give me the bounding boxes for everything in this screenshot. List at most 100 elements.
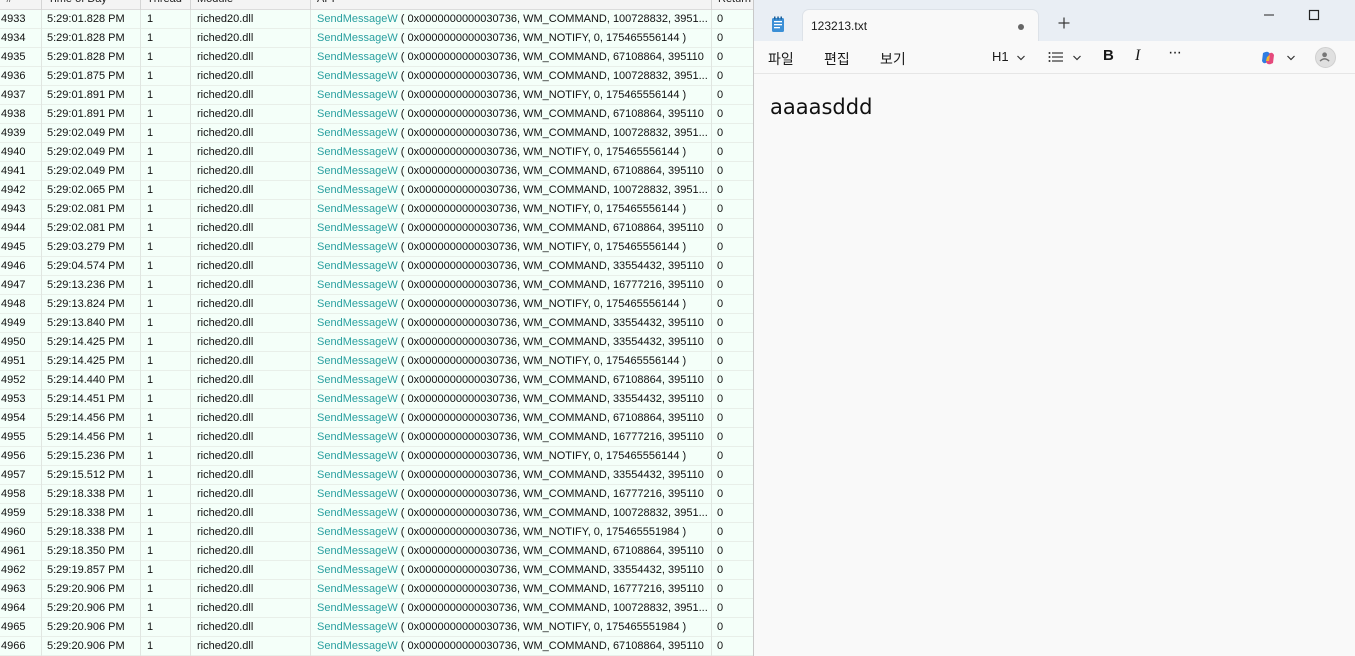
api-arguments: ( 0x0000000000030736, WM_COMMAND, 167772… — [400, 279, 704, 291]
italic-button[interactable]: I — [1135, 47, 1140, 65]
api-function-name[interactable]: SendMessageW — [317, 51, 398, 63]
table-row[interactable]: 4952 5:29:14.440 PM 1 riched20.dll SendMessa… — [0, 371, 753, 390]
table-row[interactable]: 4958 5:29:18.338 PM 1 riched20.dll SendMessa… — [0, 485, 753, 504]
api-function-name[interactable]: SendMessageW — [317, 298, 398, 310]
column-header-thread[interactable]: Thread — [141, 0, 191, 10]
table-row[interactable]: 4937 5:29:01.891 PM 1 riched20.dll SendMessa… — [0, 86, 753, 105]
api-function-name[interactable]: SendMessageW — [317, 336, 398, 348]
api-function-name[interactable]: SendMessageW — [317, 32, 398, 44]
row-api: SendMessageW ( 0x0000000000030736, WM_CO… — [311, 428, 712, 447]
table-row[interactable]: 4959 5:29:18.338 PM 1 riched20.dll SendMessa… — [0, 504, 753, 523]
table-row[interactable]: 4954 5:29:14.456 PM 1 riched20.dll SendMessa… — [0, 409, 753, 428]
api-function-name[interactable]: SendMessageW — [317, 279, 398, 291]
table-row[interactable]: 4951 5:29:14.425 PM 1 riched20.dll SendMessa… — [0, 352, 753, 371]
table-row[interactable]: 4955 5:29:14.456 PM 1 riched20.dll SendMessa… — [0, 428, 753, 447]
table-row[interactable]: 4939 5:29:02.049 PM 1 riched20.dll SendMessa… — [0, 124, 753, 143]
api-function-name[interactable]: SendMessageW — [317, 374, 398, 386]
api-function-name[interactable]: SendMessageW — [317, 431, 398, 443]
menu-view[interactable]: 보기 — [880, 49, 906, 69]
api-function-name[interactable]: SendMessageW — [317, 621, 398, 633]
column-header-time[interactable]: Time of Day — [42, 0, 141, 10]
api-function-name[interactable]: SendMessageW — [317, 469, 398, 481]
table-row[interactable]: 4947 5:29:13.236 PM 1 riched20.dll SendMessa… — [0, 276, 753, 295]
api-function-name[interactable]: SendMessageW — [317, 545, 398, 557]
api-function-name[interactable]: SendMessageW — [317, 317, 398, 329]
api-function-name[interactable]: SendMessageW — [317, 184, 398, 196]
table-row[interactable]: 4942 5:29:02.065 PM 1 riched20.dll SendMessa… — [0, 181, 753, 200]
maximize-icon[interactable] — [1307, 8, 1321, 22]
text-editor[interactable]: aaaasddd — [754, 75, 1355, 656]
api-function-name[interactable]: SendMessageW — [317, 241, 398, 253]
api-function-name[interactable]: SendMessageW — [317, 355, 398, 367]
api-function-name[interactable]: SendMessageW — [317, 488, 398, 500]
tab-file[interactable]: 123213.txt — [802, 9, 1039, 41]
editor-content[interactable]: aaaasddd — [770, 95, 872, 119]
menu-edit[interactable]: 편집 — [824, 49, 850, 69]
table-row[interactable]: 4945 5:29:03.279 PM 1 riched20.dll SendMessa… — [0, 238, 753, 257]
menu-file[interactable]: 파일 — [768, 49, 794, 69]
row-number: 4941 — [0, 162, 42, 181]
table-row[interactable]: 4933 5:29:01.828 PM 1 riched20.dll SendMessa… — [0, 10, 753, 29]
api-function-name[interactable]: SendMessageW — [317, 450, 398, 462]
table-row[interactable]: 4949 5:29:13.840 PM 1 riched20.dll SendMessa… — [0, 314, 753, 333]
table-row[interactable]: 4965 5:29:20.906 PM 1 riched20.dll SendMessa… — [0, 618, 753, 637]
table-row[interactable]: 4934 5:29:01.828 PM 1 riched20.dll SendMessa… — [0, 29, 753, 48]
table-row[interactable]: 4941 5:29:02.049 PM 1 riched20.dll SendMessa… — [0, 162, 753, 181]
table-row[interactable]: 4962 5:29:19.857 PM 1 riched20.dll SendMessa… — [0, 561, 753, 580]
api-function-name[interactable]: SendMessageW — [317, 602, 398, 614]
table-row[interactable]: 4963 5:29:20.906 PM 1 riched20.dll SendMessa… — [0, 580, 753, 599]
api-function-name[interactable]: SendMessageW — [317, 127, 398, 139]
api-function-name[interactable]: SendMessageW — [317, 412, 398, 424]
table-row[interactable]: 4940 5:29:02.049 PM 1 riched20.dll SendMessa… — [0, 143, 753, 162]
table-row[interactable]: 4948 5:29:13.824 PM 1 riched20.dll SendMessa… — [0, 295, 753, 314]
api-function-name[interactable]: SendMessageW — [317, 146, 398, 158]
api-function-name[interactable]: SendMessageW — [317, 222, 398, 234]
bold-button[interactable]: B — [1103, 47, 1114, 64]
api-function-name[interactable]: SendMessageW — [317, 260, 398, 272]
table-row[interactable]: 4966 5:29:20.906 PM 1 riched20.dll SendMessa… — [0, 637, 753, 656]
chevron-down-icon[interactable] — [1016, 53, 1026, 63]
row-thread: 1 — [141, 67, 191, 86]
api-function-name[interactable]: SendMessageW — [317, 13, 398, 25]
new-tab-icon[interactable] — [1058, 17, 1070, 29]
table-row[interactable]: 4938 5:29:01.891 PM 1 riched20.dll SendMessa… — [0, 105, 753, 124]
unsaved-dot-icon[interactable] — [1018, 24, 1024, 30]
table-row[interactable]: 4936 5:29:01.875 PM 1 riched20.dll SendMessa… — [0, 67, 753, 86]
column-header-num[interactable]: # — [0, 0, 42, 10]
column-header-module[interactable]: Module — [191, 0, 311, 10]
table-row[interactable]: 4964 5:29:20.906 PM 1 riched20.dll SendMessa… — [0, 599, 753, 618]
heading-button[interactable]: H1 — [992, 49, 1009, 64]
table-row[interactable]: 4957 5:29:15.512 PM 1 riched20.dll SendMessa… — [0, 466, 753, 485]
table-row[interactable]: 4953 5:29:14.451 PM 1 riched20.dll SendMessa… — [0, 390, 753, 409]
list-icon[interactable] — [1048, 51, 1064, 63]
table-row[interactable]: 4944 5:29:02.081 PM 1 riched20.dll SendMessa… — [0, 219, 753, 238]
copilot-icon[interactable] — [1260, 50, 1276, 66]
api-function-name[interactable]: SendMessageW — [317, 640, 398, 652]
api-function-name[interactable]: SendMessageW — [317, 393, 398, 405]
api-function-name[interactable]: SendMessageW — [317, 564, 398, 576]
table-row[interactable]: 4961 5:29:18.350 PM 1 riched20.dll SendMessa… — [0, 542, 753, 561]
table-row[interactable]: 4960 5:29:18.338 PM 1 riched20.dll SendMessa… — [0, 523, 753, 542]
table-row[interactable]: 4935 5:29:01.828 PM 1 riched20.dll SendMessa… — [0, 48, 753, 67]
api-function-name[interactable]: SendMessageW — [317, 507, 398, 519]
api-function-name[interactable]: SendMessageW — [317, 583, 398, 595]
api-function-name[interactable]: SendMessageW — [317, 203, 398, 215]
api-function-name[interactable]: SendMessageW — [317, 70, 398, 82]
chevron-down-icon[interactable] — [1286, 53, 1296, 63]
api-function-name[interactable]: SendMessageW — [317, 108, 398, 120]
api-function-name[interactable]: SendMessageW — [317, 165, 398, 177]
api-function-name[interactable]: SendMessageW — [317, 526, 398, 538]
api-function-name[interactable]: SendMessageW — [317, 89, 398, 101]
table-row[interactable]: 4946 5:29:04.574 PM 1 riched20.dll SendMessa… — [0, 257, 753, 276]
account-avatar[interactable] — [1315, 47, 1336, 68]
row-thread: 1 — [141, 561, 191, 580]
column-header-return[interactable]: Return — [712, 0, 753, 10]
column-header-api[interactable]: API — [311, 0, 712, 10]
row-return: 0 — [717, 469, 724, 481]
table-row[interactable]: 4943 5:29:02.081 PM 1 riched20.dll SendMessa… — [0, 200, 753, 219]
more-options-button[interactable]: ··· — [1168, 44, 1182, 62]
chevron-down-icon[interactable] — [1072, 53, 1082, 63]
table-row[interactable]: 4950 5:29:14.425 PM 1 riched20.dll SendMessa… — [0, 333, 753, 352]
minimize-icon[interactable] — [1262, 8, 1276, 22]
table-row[interactable]: 4956 5:29:15.236 PM 1 riched20.dll SendMessa… — [0, 447, 753, 466]
